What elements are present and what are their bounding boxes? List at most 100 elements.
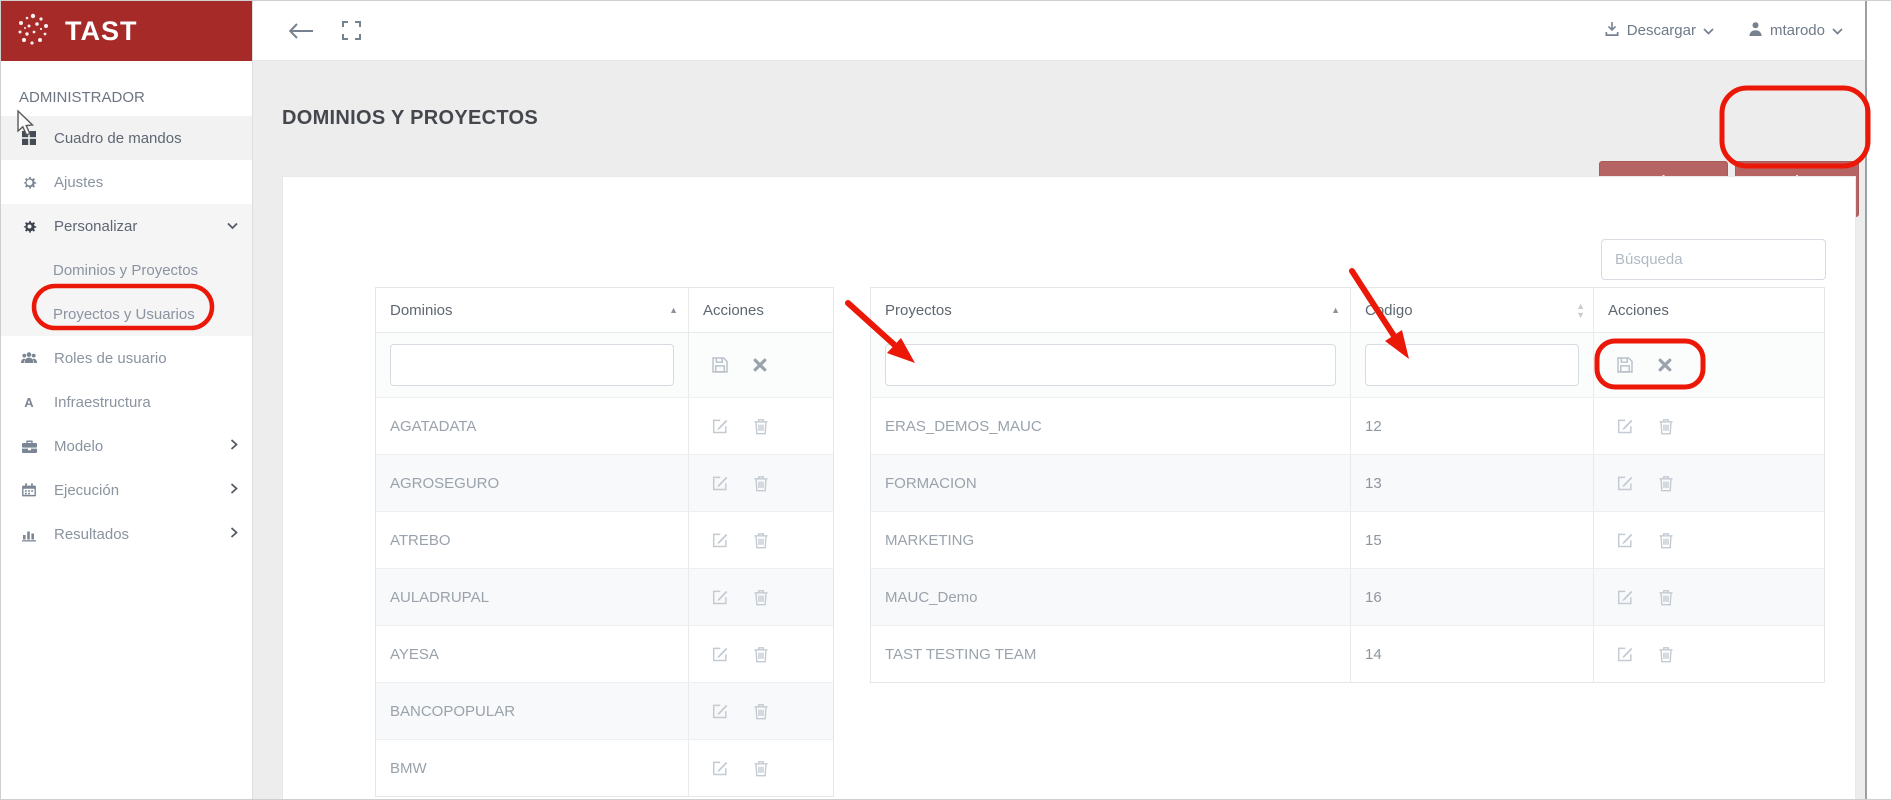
dominios-filter-input[interactable] bbox=[390, 344, 674, 386]
row-actions-cell bbox=[688, 740, 833, 796]
proyectos-table: Proyectos ▲ Codigo ▲ ▼ Acciones ERAS_DEM… bbox=[870, 287, 1825, 683]
briefcase-icon bbox=[19, 439, 39, 454]
trash-icon[interactable] bbox=[753, 532, 769, 549]
proyecto-name-cell: TAST TESTING TEAM bbox=[885, 645, 1037, 663]
brand-logo[interactable]: TAST bbox=[1, 1, 252, 61]
page-title: DOMINIOS Y PROYECTOS bbox=[282, 107, 539, 129]
sidebar-item-label: Resultados bbox=[54, 525, 130, 543]
edit-icon[interactable] bbox=[1616, 531, 1634, 549]
edit-icon[interactable] bbox=[1616, 417, 1634, 435]
sidebar-subitem-proyectos-y-usuarios[interactable]: Proyectos y Usuarios bbox=[1, 292, 252, 336]
trash-icon[interactable] bbox=[1658, 418, 1674, 435]
edit-icon[interactable] bbox=[711, 588, 729, 606]
dominios-column-header[interactable]: Dominios ▲ bbox=[376, 288, 688, 332]
sidebar-section-label: ADMINISTRADOR bbox=[19, 89, 145, 106]
edit-icon[interactable] bbox=[711, 702, 729, 720]
trash-icon[interactable] bbox=[753, 760, 769, 777]
dominio-row: BANCOPOPULAR bbox=[376, 682, 833, 739]
edit-icon[interactable] bbox=[711, 531, 729, 549]
chevron-right-icon bbox=[230, 437, 238, 455]
proyecto-name-cell: ERAS_DEMOS_MAUC bbox=[885, 417, 1042, 435]
edit-icon[interactable] bbox=[1616, 474, 1634, 492]
dominio-name-cell: ATREBO bbox=[390, 531, 451, 549]
edit-icon[interactable] bbox=[711, 417, 729, 435]
user-menu[interactable]: mtarodo bbox=[1748, 21, 1843, 41]
sidebar-subitem-label: Proyectos y Usuarios bbox=[53, 305, 195, 323]
acciones-column-header: Acciones bbox=[1593, 288, 1824, 332]
edit-icon[interactable] bbox=[1616, 588, 1634, 606]
trash-icon[interactable] bbox=[1658, 646, 1674, 663]
sidebar-item-cuadro-de-mandos[interactable]: Cuadro de mandos bbox=[1, 116, 252, 160]
sidebar-item-personalizar[interactable]: Personalizar bbox=[1, 204, 252, 248]
gear-icon bbox=[19, 174, 39, 191]
trash-icon[interactable] bbox=[753, 589, 769, 606]
window-edge bbox=[1865, 1, 1867, 799]
trash-icon[interactable] bbox=[753, 646, 769, 663]
trash-icon[interactable] bbox=[1658, 589, 1674, 606]
sidebar-item-modelo[interactable]: Modelo bbox=[1, 424, 252, 468]
row-actions-cell bbox=[1593, 398, 1824, 454]
infrastructure-icon: A bbox=[19, 395, 39, 410]
proyecto-code-cell: 15 bbox=[1350, 512, 1593, 568]
codigo-filter-cell bbox=[1350, 333, 1593, 397]
save-icon[interactable] bbox=[711, 356, 729, 374]
trash-icon[interactable] bbox=[753, 418, 769, 435]
users-icon bbox=[19, 351, 39, 366]
trash-icon[interactable] bbox=[753, 475, 769, 492]
codigo-filter-input[interactable] bbox=[1365, 344, 1579, 386]
clear-filter-icon[interactable] bbox=[1658, 358, 1672, 372]
fullscreen-icon[interactable] bbox=[342, 21, 361, 40]
proyecto-name-cell: MAUC_Demo bbox=[885, 588, 978, 606]
proyecto-code-cell: 14 bbox=[1350, 626, 1593, 682]
sort-both-icon: ▲ ▼ bbox=[1576, 300, 1585, 320]
sort-asc-icon: ▲ bbox=[669, 305, 678, 315]
dominio-name-cell: AYESA bbox=[390, 645, 439, 663]
sidebar-item-ajustes[interactable]: Ajustes bbox=[1, 160, 252, 204]
proyecto-row: MARKETING 15 bbox=[871, 511, 1824, 568]
proyectos-filter-input[interactable] bbox=[885, 344, 1336, 386]
sidebar-item-label: Infraestructura bbox=[54, 393, 151, 411]
sidebar-item-infraestructura[interactable]: A Infraestructura bbox=[1, 380, 252, 424]
dominios-filter-cell bbox=[376, 333, 688, 397]
clear-filter-icon[interactable] bbox=[753, 358, 767, 372]
sidebar-subitem-dominios-y-proyectos[interactable]: Dominios y Proyectos bbox=[1, 248, 252, 292]
user-icon bbox=[1748, 21, 1763, 41]
proyecto-code-cell: 13 bbox=[1350, 455, 1593, 511]
brand-sphere-icon bbox=[14, 10, 52, 53]
sort-asc-icon: ▲ bbox=[1331, 305, 1340, 315]
dominio-name-cell: AGATADATA bbox=[390, 417, 477, 435]
sidebar-nav: Cuadro de mandos Ajustes Personalizar Do… bbox=[1, 116, 252, 556]
brand-name: TAST bbox=[65, 15, 138, 46]
trash-icon[interactable] bbox=[753, 703, 769, 720]
save-icon[interactable] bbox=[1616, 356, 1634, 374]
edit-icon[interactable] bbox=[1616, 645, 1634, 663]
sidebar-item-label: Modelo bbox=[54, 437, 104, 455]
sidebar-group-personalizar: Personalizar Dominios y Proyectos Proyec… bbox=[1, 204, 252, 336]
descargar-menu[interactable]: Descargar bbox=[1604, 21, 1714, 41]
edit-icon[interactable] bbox=[711, 645, 729, 663]
sidebar-item-ejecucion[interactable]: Ejecución bbox=[1, 468, 252, 512]
edit-icon[interactable] bbox=[711, 474, 729, 492]
search-input[interactable] bbox=[1601, 239, 1826, 280]
proyecto-name-cell: FORMACION bbox=[885, 474, 977, 492]
edit-icon[interactable] bbox=[711, 759, 729, 777]
trash-icon[interactable] bbox=[1658, 532, 1674, 549]
sidebar-item-label: Roles de usuario bbox=[54, 349, 167, 367]
row-actions-cell bbox=[688, 683, 833, 739]
chevron-right-icon bbox=[230, 525, 238, 543]
chevron-right-icon bbox=[230, 481, 238, 499]
proyecto-row: MAUC_Demo 16 bbox=[871, 568, 1824, 625]
proyectos-filter-actions bbox=[1593, 333, 1824, 397]
trash-icon[interactable] bbox=[1658, 475, 1674, 492]
dominio-row: AGROSEGURO bbox=[376, 454, 833, 511]
proyectos-column-header[interactable]: Proyectos ▲ bbox=[871, 288, 1350, 332]
cog-icon bbox=[19, 218, 39, 235]
sidebar-item-roles-de-usuario[interactable]: Roles de usuario bbox=[1, 336, 252, 380]
row-actions-cell bbox=[688, 569, 833, 625]
content-card: Dominios ▲ Acciones bbox=[282, 176, 1856, 799]
row-actions-cell bbox=[1593, 569, 1824, 625]
download-icon bbox=[1604, 21, 1620, 41]
back-arrow-icon[interactable] bbox=[288, 22, 314, 40]
sidebar-item-resultados[interactable]: Resultados bbox=[1, 512, 252, 556]
codigo-column-header[interactable]: Codigo ▲ ▼ bbox=[1350, 288, 1593, 332]
